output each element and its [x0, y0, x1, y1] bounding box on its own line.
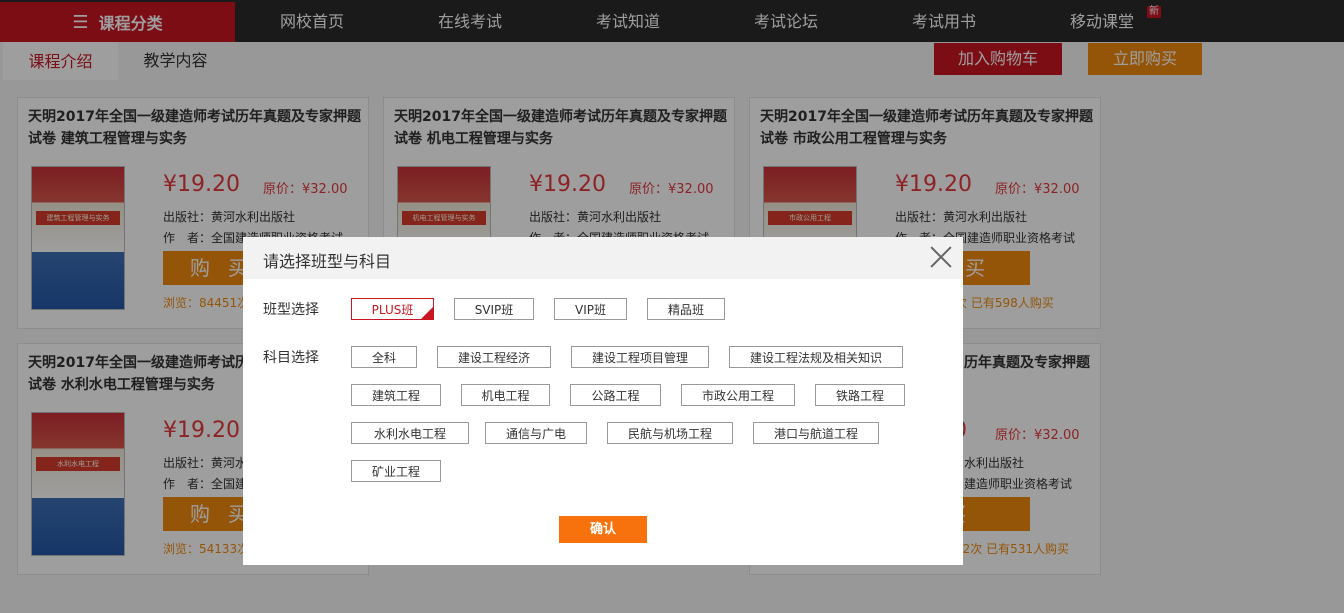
class-option-plus[interactable]: PLUS班 [351, 298, 434, 320]
class-type-label: 班型选择 [263, 302, 319, 318]
subject-option[interactable]: 建筑工程 [351, 384, 441, 406]
class-subject-dialog: 请选择班型与科目 班型选择 PLUS班 SVIP班 VIP班 精品班 科目选择 … [243, 237, 963, 565]
subject-option[interactable]: 建设工程经济 [437, 346, 551, 368]
subject-option[interactable]: 矿业工程 [351, 460, 441, 482]
close-icon[interactable] [927, 243, 955, 271]
class-option-svip[interactable]: SVIP班 [454, 298, 534, 320]
subject-option[interactable]: 建设工程法规及相关知识 [729, 346, 903, 368]
class-option-vip[interactable]: VIP班 [554, 298, 627, 320]
subject-option[interactable]: 港口与航道工程 [753, 422, 879, 444]
class-option-premium[interactable]: 精品班 [647, 298, 725, 320]
subject-option[interactable]: 铁路工程 [815, 384, 905, 406]
dialog-header: 请选择班型与科目 [243, 237, 963, 279]
subject-label: 科目选择 [263, 350, 319, 366]
subject-option[interactable]: 民航与机场工程 [607, 422, 733, 444]
subject-option[interactable]: 机电工程 [461, 384, 550, 406]
subject-option[interactable]: 公路工程 [570, 384, 661, 406]
subject-option[interactable]: 建设工程项目管理 [571, 346, 709, 368]
subject-option[interactable]: 通信与广电 [485, 422, 587, 444]
subject-option[interactable]: 市政公用工程 [681, 384, 795, 406]
subject-option[interactable]: 全科 [351, 346, 417, 368]
subject-option[interactable]: 水利水电工程 [351, 422, 469, 444]
dialog-title: 请选择班型与科目 [263, 252, 392, 271]
confirm-button[interactable]: 确认 [559, 516, 647, 543]
